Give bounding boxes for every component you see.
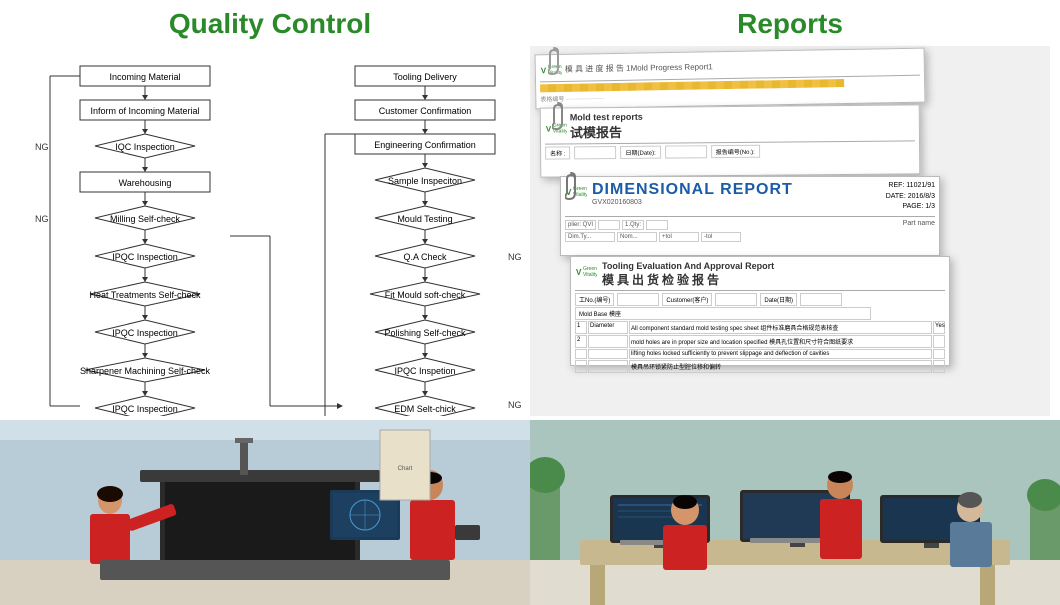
svg-text:V: V <box>576 268 582 277</box>
svg-text:Incoming Material: Incoming Material <box>109 72 180 82</box>
svg-text:Sample Inspeciton: Sample Inspeciton <box>388 176 462 186</box>
svg-text:NG: NG <box>508 400 522 410</box>
reports-title: Reports <box>530 8 1050 40</box>
svg-text:IPQC Inspection: IPQC Inspection <box>112 404 178 414</box>
svg-text:NG: NG <box>508 252 522 262</box>
svg-text:Chart: Chart <box>398 466 413 472</box>
svg-text:Engineering Confirmation: Engineering Confirmation <box>374 140 476 150</box>
svg-text:IQC Inspection: IQC Inspection <box>115 142 175 152</box>
paperclip-3 <box>565 171 577 206</box>
report-progress: V Green Vitality 模 具 进 度 报 告 1Mold Progr… <box>535 48 926 110</box>
svg-text:Vitality: Vitality <box>583 272 597 278</box>
svg-text:Milling Self-check: Milling Self-check <box>110 214 181 224</box>
svg-text:Inform of Incoming Material: Inform of Incoming Material <box>90 106 199 116</box>
svg-text:IPQC Inspection: IPQC Inspection <box>112 252 178 262</box>
bottom-photos: Chart <box>0 420 1060 605</box>
svg-text:V: V <box>541 66 547 75</box>
top-section: Quality Control Incoming Material Inform… <box>0 0 1060 420</box>
svg-text:Warehousing: Warehousing <box>119 178 172 188</box>
svg-text:IPQC Inspection: IPQC Inspection <box>112 328 178 338</box>
quality-control-title: Quality Control <box>10 8 530 40</box>
svg-text:Polishing Self-check: Polishing Self-check <box>384 328 466 338</box>
lab-photo-left: Chart <box>0 420 530 605</box>
paperclip-1 <box>548 46 560 81</box>
reports-panel: Reports V Green Vitality 模 具 进 度 报 告 1Mo… <box>530 8 1050 416</box>
svg-text:NG: NG <box>35 142 49 152</box>
svg-text:Mould Testing: Mould Testing <box>397 214 452 224</box>
svg-text:Heat Treatments Self-check: Heat Treatments Self-check <box>89 290 201 300</box>
office-scene-svg <box>530 420 1060 605</box>
svg-text:Tooling Delivery: Tooling Delivery <box>393 72 457 82</box>
svg-text:Fit Mould soft-check: Fit Mould soft-check <box>385 290 466 300</box>
quality-control-panel: Quality Control Incoming Material Inform… <box>10 8 530 416</box>
lab-scene-svg: Chart <box>0 420 530 605</box>
green-vitality-logo-4: V Green Vitality <box>575 261 597 281</box>
svg-text:Q.A Check: Q.A Check <box>403 252 447 262</box>
reports-documents: V Green Vitality 模 具 进 度 报 告 1Mold Progr… <box>530 46 1050 416</box>
report-dimensional: V Green Vitality DIMENSIONAL REPORT GVX0… <box>560 176 940 256</box>
report-approval: V Green Vitality Tooling Evaluation And … <box>570 256 950 366</box>
office-photo-right <box>530 420 1060 605</box>
report-mold-test: V Green Vitality Mold test reports 试模报告 … <box>540 104 921 177</box>
svg-text:Sharpener Machining Self-check: Sharpener Machining Self-check <box>80 366 211 376</box>
paperclip-2 <box>552 101 564 136</box>
svg-text:V: V <box>546 124 552 133</box>
svg-text:EDM Selt-chick: EDM Selt-chick <box>394 404 456 414</box>
svg-text:NG: NG <box>35 214 49 224</box>
svg-text:IPQC Inspetion: IPQC Inspetion <box>394 366 455 376</box>
svg-text:Customer Confirmation: Customer Confirmation <box>379 106 472 116</box>
quality-control-flowchart: Incoming Material Inform of Incoming Mat… <box>10 46 530 416</box>
